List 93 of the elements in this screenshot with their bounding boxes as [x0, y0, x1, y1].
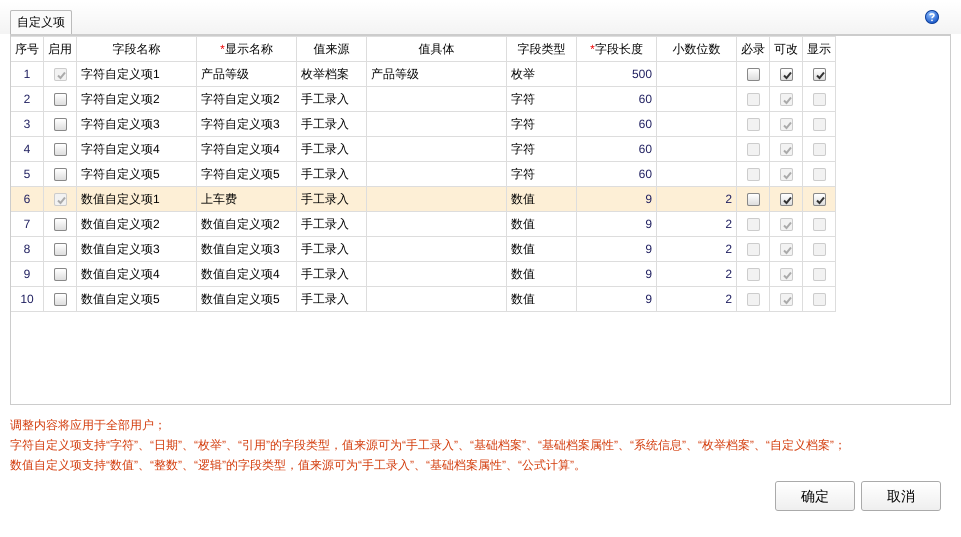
table-cell: 数值自定义项5: [196, 286, 296, 312]
note-text: 字符自定义项支持“字符”、“日期”、“枚举”、“引用”的字段类型，值来源可为“手工录入”、“基础档案”、“基础档案属性”、“系统信息”、“枚举档案”、“自定义档案”；: [10, 437, 847, 454]
table-cell: 数值自定义项1: [76, 186, 196, 212]
checkbox[interactable]: [54, 143, 66, 156]
row-number: 2: [11, 86, 44, 112]
table-cell: 500: [576, 62, 656, 86]
table-cell: 手工录入: [296, 86, 366, 112]
table-cell: 数值: [506, 262, 576, 286]
table-cell: 字符自定义项4: [196, 136, 296, 162]
table-cell: 上车费: [196, 186, 296, 212]
checkbox[interactable]: [54, 93, 66, 106]
table-cell: 数值自定义项3: [196, 236, 296, 262]
column-header: 小数位数: [656, 36, 736, 62]
table-cell: 字符自定义项4: [76, 136, 196, 162]
table-cell: 字符: [506, 136, 576, 162]
note-text: 调整内容将应用于全部用户；: [10, 417, 167, 434]
table-cell: 数值自定义项3: [76, 236, 196, 262]
help-icon[interactable]: [925, 10, 939, 24]
table-cell: 枚举: [506, 62, 576, 86]
checkbox[interactable]: [780, 193, 792, 206]
table-cell: 数值自定义项5: [76, 286, 196, 312]
table-cell: 字符自定义项3: [76, 112, 196, 136]
table-cell: 9: [576, 236, 656, 262]
table-cell: 2: [656, 286, 736, 312]
table-cell: 数值自定义项4: [76, 262, 196, 286]
column-header: *字段长度: [576, 36, 656, 62]
table-cell: 枚举档案: [296, 62, 366, 86]
row-number: 7: [11, 212, 44, 236]
table-cell: 9: [576, 262, 656, 286]
table-cell: 数值自定义项2: [196, 212, 296, 236]
table-cell: 2: [656, 186, 736, 212]
table-cell: 2: [656, 262, 736, 286]
table-cell: 60: [576, 136, 656, 162]
table-cell: 手工录入: [296, 112, 366, 136]
table-cell: 手工录入: [296, 236, 366, 262]
checkbox[interactable]: [780, 68, 792, 82]
table-cell: 数值: [506, 286, 576, 312]
table-cell: 9: [576, 212, 656, 236]
row-number: 10: [11, 286, 44, 312]
checkbox[interactable]: [54, 118, 66, 132]
table-cell: 字符自定义项1: [76, 62, 196, 86]
row-number: 8: [11, 236, 44, 262]
column-header: 必录: [736, 36, 770, 62]
column-header: 启用: [44, 36, 76, 62]
table-cell: 字符自定义项2: [76, 86, 196, 112]
table-cell: 9: [576, 286, 656, 312]
table-cell: 手工录入: [296, 212, 366, 236]
tab[interactable]: 自定义项: [10, 10, 72, 34]
table-cell: 字符: [506, 112, 576, 136]
checkbox[interactable]: [54, 168, 66, 182]
row-number: 6: [11, 186, 44, 212]
dialog-button[interactable]: 取消: [861, 481, 941, 511]
table-cell: 手工录入: [296, 186, 366, 212]
column-header: 值具体: [366, 36, 506, 62]
checkbox[interactable]: [812, 68, 826, 82]
table-cell: 字符: [506, 86, 576, 112]
checkbox[interactable]: [54, 218, 66, 232]
table-cell: 数值: [506, 186, 576, 212]
checkbox[interactable]: [54, 293, 66, 306]
row-number: 3: [11, 112, 44, 136]
row-number: 4: [11, 136, 44, 162]
column-header: 可改: [770, 36, 802, 62]
note-text: 数值自定义项支持“数值”、“整数”、“逻辑”的字段类型，值来源可为“手工录入”、“基础档案属性”、“公式计算”。: [10, 457, 587, 474]
table-cell: 字符自定义项2: [196, 86, 296, 112]
table-cell: 2: [656, 236, 736, 262]
table-cell: 数值自定义项4: [196, 262, 296, 286]
column-header: 字段名称: [76, 36, 196, 62]
column-header: 序号: [11, 36, 44, 62]
table-cell: 手工录入: [296, 136, 366, 162]
checkbox[interactable]: [746, 193, 760, 206]
table-cell: 字符自定义项3: [196, 112, 296, 136]
row-number: 9: [11, 262, 44, 286]
column-header: 值来源: [296, 36, 366, 62]
table-cell: 数值: [506, 212, 576, 236]
checkbox[interactable]: [746, 68, 760, 82]
column-header: 显示: [802, 36, 836, 62]
table-cell: 9: [576, 186, 656, 212]
table-cell: 手工录入: [296, 286, 366, 312]
checkbox[interactable]: [54, 268, 66, 282]
table-cell: 数值自定义项2: [76, 212, 196, 236]
table-cell: 2: [656, 212, 736, 236]
table-cell: 60: [576, 86, 656, 112]
column-header: 字段类型: [506, 36, 576, 62]
table-cell: 产品等级: [366, 62, 506, 86]
table-cell: 数值: [506, 236, 576, 262]
dialog-button[interactable]: 确定: [775, 481, 855, 511]
checkbox[interactable]: [54, 243, 66, 256]
table-cell: 产品等级: [196, 62, 296, 86]
row-number: 1: [11, 62, 44, 86]
column-header: *显示名称: [196, 36, 296, 62]
checkbox[interactable]: [812, 193, 826, 206]
table-cell: 手工录入: [296, 262, 366, 286]
table-cell: 60: [576, 112, 656, 136]
